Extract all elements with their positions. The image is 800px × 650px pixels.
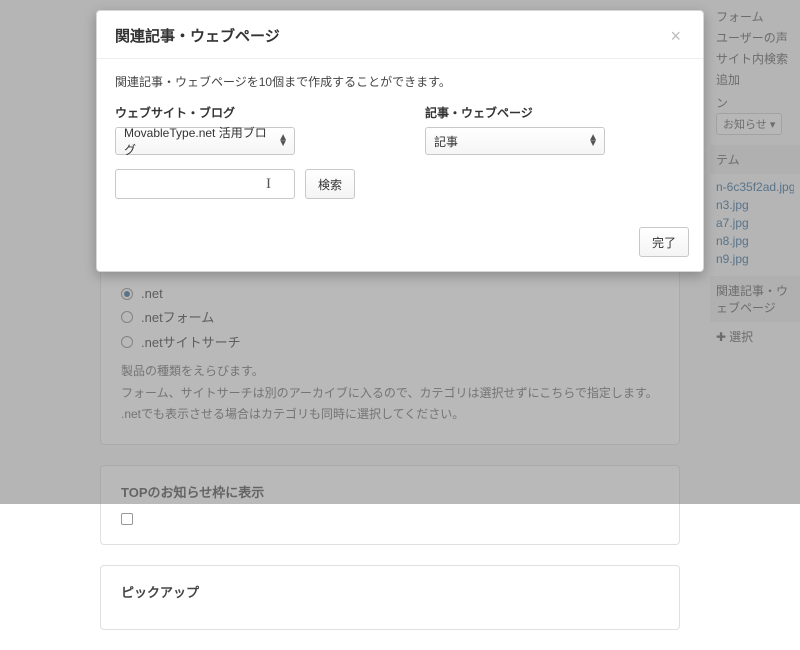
site-select-value: MovableType.net 活用ブログ (124, 124, 272, 158)
search-row: I 検索 (115, 169, 685, 199)
panel-title: ピックアップ (121, 582, 659, 601)
site-select[interactable]: MovableType.net 活用ブログ ▲▼ (115, 127, 295, 155)
panel-pickup: ピックアップ (100, 565, 680, 630)
modal-description: 関連記事・ウェブページを10個まで作成することができます。 (115, 73, 685, 90)
search-button[interactable]: 検索 (305, 169, 355, 199)
form-col-site: ウェブサイト・ブログ MovableType.net 活用ブログ ▲▼ (115, 104, 305, 155)
related-articles-modal: 関連記事・ウェブページ × 関連記事・ウェブページを10個まで作成することができ… (96, 10, 704, 272)
form-col-type: 記事・ウェブページ 記事 ▲▼ (425, 104, 615, 155)
type-select-value: 記事 (434, 133, 458, 150)
modal-body: 関連記事・ウェブページを10個まで作成することができます。 ウェブサイト・ブログ… (97, 59, 703, 217)
type-label: 記事・ウェブページ (425, 104, 615, 121)
modal-title: 関連記事・ウェブページ (115, 25, 280, 46)
type-select[interactable]: 記事 ▲▼ (425, 127, 605, 155)
modal-header: 関連記事・ウェブページ × (97, 11, 703, 59)
modal-footer: 完了 (97, 217, 703, 271)
select-arrows-icon: ▲▼ (278, 135, 288, 147)
checkbox-top-notice[interactable] (121, 513, 133, 525)
text-cursor-icon: I (266, 176, 271, 193)
form-row-selects: ウェブサイト・ブログ MovableType.net 活用ブログ ▲▼ 記事・ウ… (115, 104, 685, 155)
select-arrows-icon: ▲▼ (588, 135, 598, 147)
modal-overlay: 関連記事・ウェブページ × 関連記事・ウェブページを10個まで作成することができ… (0, 0, 800, 504)
done-button[interactable]: 完了 (639, 227, 689, 257)
site-label: ウェブサイト・ブログ (115, 104, 305, 121)
search-input[interactable]: I (115, 169, 295, 199)
close-icon[interactable]: × (666, 27, 685, 45)
